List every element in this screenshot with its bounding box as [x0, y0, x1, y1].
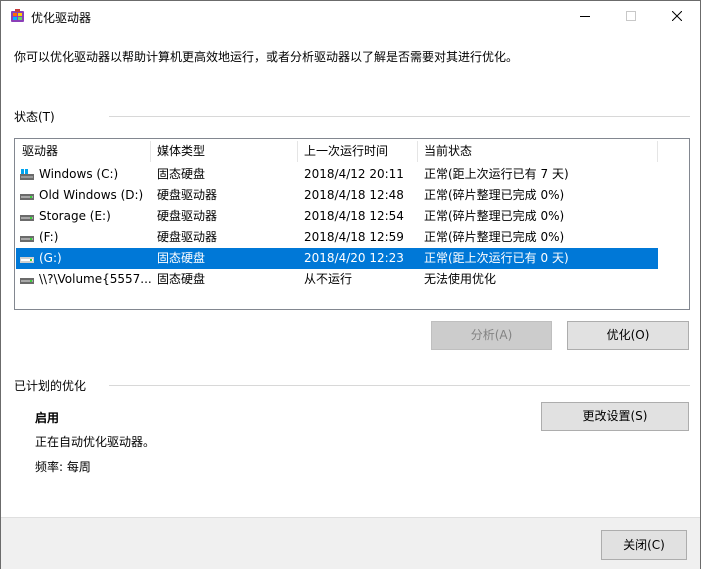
- column-header-media-type[interactable]: 媒体类型: [150, 139, 297, 164]
- drive-row-selected[interactable]: (G:) 固态硬盘 2018/4/20 12:23 正常(距上次运行已有 0 天…: [16, 248, 658, 269]
- drive-row[interactable]: (F:) 硬盘驱动器 2018/4/18 12:59 正常(碎片整理已完成 0%…: [16, 227, 658, 248]
- title-bar[interactable]: 优化驱动器: [1, 1, 700, 31]
- drive-media-type: 硬盘驱动器: [157, 230, 218, 244]
- drive-name: \\?\Volume{5557...: [39, 272, 151, 286]
- hard-drive-icon: [20, 215, 34, 221]
- close-window-button[interactable]: [654, 1, 700, 31]
- close-button[interactable]: 关闭(C): [601, 530, 687, 560]
- drive-row[interactable]: Windows (C:) 固态硬盘 2018/4/12 20:11 正常(距上次…: [16, 164, 658, 185]
- drive-last-run: 从不运行: [304, 272, 353, 286]
- drive-name: Storage (E:): [39, 209, 111, 223]
- hard-drive-icon: [20, 257, 34, 263]
- drive-name: (G:): [39, 251, 62, 265]
- drive-status: 无法使用优化: [424, 272, 497, 286]
- drive-last-run: 2018/4/18 12:59: [304, 230, 404, 244]
- drive-media-type: 固态硬盘: [157, 272, 206, 286]
- minimize-button[interactable]: [562, 1, 608, 31]
- drive-name: (F:): [39, 230, 59, 244]
- column-header-last-run[interactable]: 上一次运行时间: [297, 139, 417, 164]
- schedule-state: 启用: [35, 411, 60, 425]
- column-header-current-status[interactable]: 当前状态: [417, 139, 657, 164]
- optimize-button[interactable]: 优化(O): [567, 321, 689, 350]
- drive-last-run: 2018/4/18 12:54: [304, 209, 404, 223]
- change-settings-button[interactable]: 更改设置(S): [541, 402, 689, 431]
- schedule-description: 正在自动优化驱动器。: [35, 435, 156, 449]
- dialog-footer: 关闭(C): [1, 517, 700, 569]
- drive-status: 正常(碎片整理已完成 0%): [424, 230, 565, 244]
- drive-status: 正常(碎片整理已完成 0%): [424, 188, 565, 202]
- drive-name: Old Windows (D:): [39, 188, 144, 202]
- drive-row[interactable]: Old Windows (D:) 硬盘驱动器 2018/4/18 12:48 正…: [16, 185, 658, 206]
- hard-drive-icon: [20, 236, 34, 242]
- drive-media-type: 固态硬盘: [157, 167, 206, 181]
- maximize-button[interactable]: [608, 1, 654, 31]
- status-section-label: 状态(T): [14, 110, 55, 124]
- hard-drive-icon: [20, 194, 34, 200]
- optimize-drives-window: 优化驱动器 你可以优化驱动器以帮助计算机更高效地运行，或者分析驱动器以了解是否需…: [0, 0, 701, 569]
- drive-row[interactable]: Storage (E:) 硬盘驱动器 2018/4/18 12:54 正常(碎片…: [16, 206, 658, 227]
- window-title: 优化驱动器: [31, 11, 92, 25]
- schedule-section-divider: [109, 385, 690, 386]
- drive-status: 正常(碎片整理已完成 0%): [424, 209, 565, 223]
- analyze-button[interactable]: 分析(A): [431, 321, 552, 350]
- drive-media-type: 硬盘驱动器: [157, 188, 218, 202]
- drive-status: 正常(距上次运行已有 7 天): [424, 167, 569, 181]
- windows-drive-icon: [20, 169, 34, 180]
- intro-text: 你可以优化驱动器以帮助计算机更高效地运行，或者分析驱动器以了解是否需要对其进行优…: [14, 50, 519, 64]
- column-separator[interactable]: [657, 141, 658, 162]
- drive-last-run: 2018/4/12 20:11: [304, 167, 404, 181]
- drive-last-run: 2018/4/18 12:48: [304, 188, 404, 202]
- drive-status: 正常(距上次运行已有 0 天): [424, 251, 569, 265]
- drive-media-type: 硬盘驱动器: [157, 209, 218, 223]
- drives-list-header: 驱动器 媒体类型 上一次运行时间 当前状态: [15, 139, 689, 164]
- hard-drive-icon: [20, 278, 34, 284]
- drive-last-run: 2018/4/20 12:23: [304, 251, 404, 265]
- defrag-app-icon: [11, 9, 24, 22]
- drives-list[interactable]: 驱动器 媒体类型 上一次运行时间 当前状态 Windows (C:) 固态硬盘 …: [14, 138, 690, 310]
- schedule-section-label: 已计划的优化: [14, 379, 87, 393]
- drive-media-type: 固态硬盘: [157, 251, 206, 265]
- drive-row[interactable]: \\?\Volume{5557... 固态硬盘 从不运行 无法使用优化: [16, 269, 658, 290]
- drive-name: Windows (C:): [39, 167, 119, 181]
- status-section-divider: [109, 116, 690, 117]
- minimize-icon: [580, 16, 590, 17]
- close-icon: [672, 11, 682, 21]
- maximize-icon: [626, 11, 636, 21]
- column-header-drive[interactable]: 驱动器: [15, 139, 150, 164]
- schedule-frequency: 频率: 每周: [35, 460, 91, 474]
